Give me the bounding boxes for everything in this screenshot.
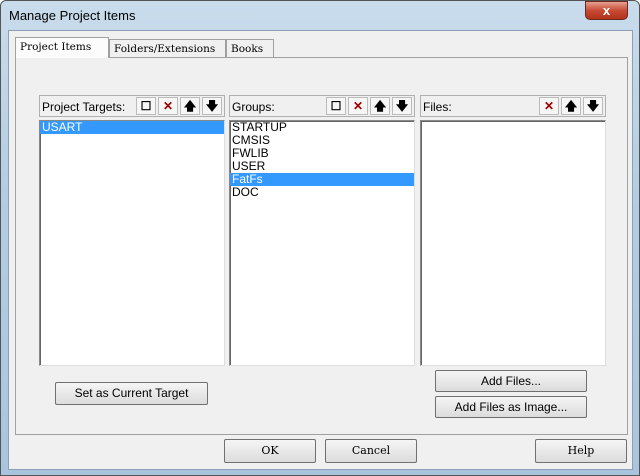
add-files-button[interactable]: Add Files... <box>435 370 587 392</box>
move-down-icon[interactable]: 🡇 <box>583 97 603 115</box>
dialog-client: Project Items Folders/Extensions Books P… <box>8 30 633 470</box>
cancel-button[interactable]: Cancel <box>325 439 417 463</box>
dialog-window: Manage Project Items x Project Items Fol… <box>0 0 640 476</box>
delete-target-icon[interactable]: ✕ <box>158 97 178 115</box>
files-list[interactable] <box>420 120 606 366</box>
tab-panel: Project Targets: ☐ ✕ 🡅 🡇 USART Groups: ☐… <box>15 57 628 435</box>
delete-group-icon[interactable]: ✕ <box>348 97 368 115</box>
tab-books[interactable]: Books <box>226 39 274 57</box>
window-title: Manage Project Items <box>9 8 136 23</box>
move-down-icon[interactable]: 🡇 <box>392 97 412 115</box>
groups-label: Groups: <box>232 100 275 114</box>
ok-button[interactable]: OK <box>224 439 316 463</box>
move-up-icon[interactable]: 🡅 <box>561 97 581 115</box>
groups-header: Groups: ☐ ✕ 🡅 🡇 <box>229 95 415 117</box>
groups-list[interactable]: STARTUP CMSIS FWLIB USER FatFs DOC <box>229 120 415 366</box>
set-current-target-button[interactable]: Set as Current Target <box>55 382 208 405</box>
delete-file-icon[interactable]: ✕ <box>539 97 559 115</box>
move-up-icon[interactable]: 🡅 <box>180 97 200 115</box>
move-down-icon[interactable]: 🡇 <box>202 97 222 115</box>
targets-list[interactable]: USART <box>39 120 225 366</box>
close-button[interactable]: x <box>585 1 628 20</box>
files-header: Files: ✕ 🡅 🡇 <box>420 95 606 117</box>
targets-header: Project Targets: ☐ ✕ 🡅 🡇 <box>39 95 225 117</box>
move-up-icon[interactable]: 🡅 <box>370 97 390 115</box>
targets-label: Project Targets: <box>42 100 126 114</box>
new-target-icon[interactable]: ☐ <box>136 97 156 115</box>
tab-project-items[interactable]: Project Items <box>15 37 109 58</box>
new-group-icon[interactable]: ☐ <box>326 97 346 115</box>
list-item[interactable]: USART <box>40 121 224 134</box>
add-files-as-image-button[interactable]: Add Files as Image... <box>435 396 587 418</box>
help-button[interactable]: Help <box>535 439 627 463</box>
tab-folders-extensions[interactable]: Folders/Extensions <box>109 39 226 57</box>
files-label: Files: <box>423 100 452 114</box>
list-item[interactable]: DOC <box>230 186 414 199</box>
